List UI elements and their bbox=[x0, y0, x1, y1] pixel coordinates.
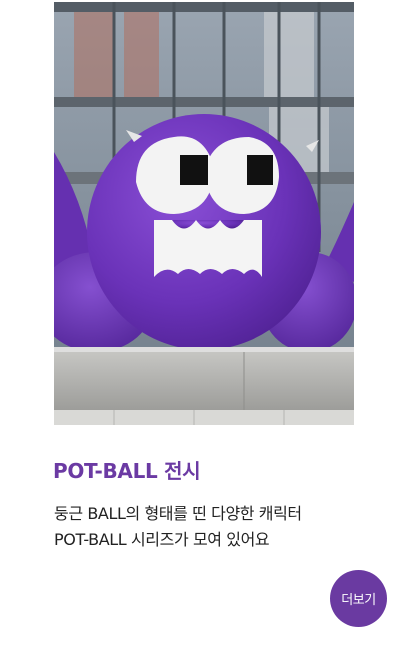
description-line-2: POT-BALL 시리즈가 모여 있어요 bbox=[54, 530, 270, 549]
more-button[interactable]: 더보기 bbox=[330, 570, 387, 627]
card-title: POT-BALL 전시 bbox=[53, 459, 201, 483]
card-description: 둥근 BALL의 형태를 띤 다양한 캐릭터 POT-BALL 시리즈가 모여 … bbox=[54, 501, 354, 553]
description-line-1: 둥근 BALL의 형태를 띤 다양한 캐릭터 bbox=[54, 504, 302, 523]
card-image bbox=[54, 2, 354, 425]
